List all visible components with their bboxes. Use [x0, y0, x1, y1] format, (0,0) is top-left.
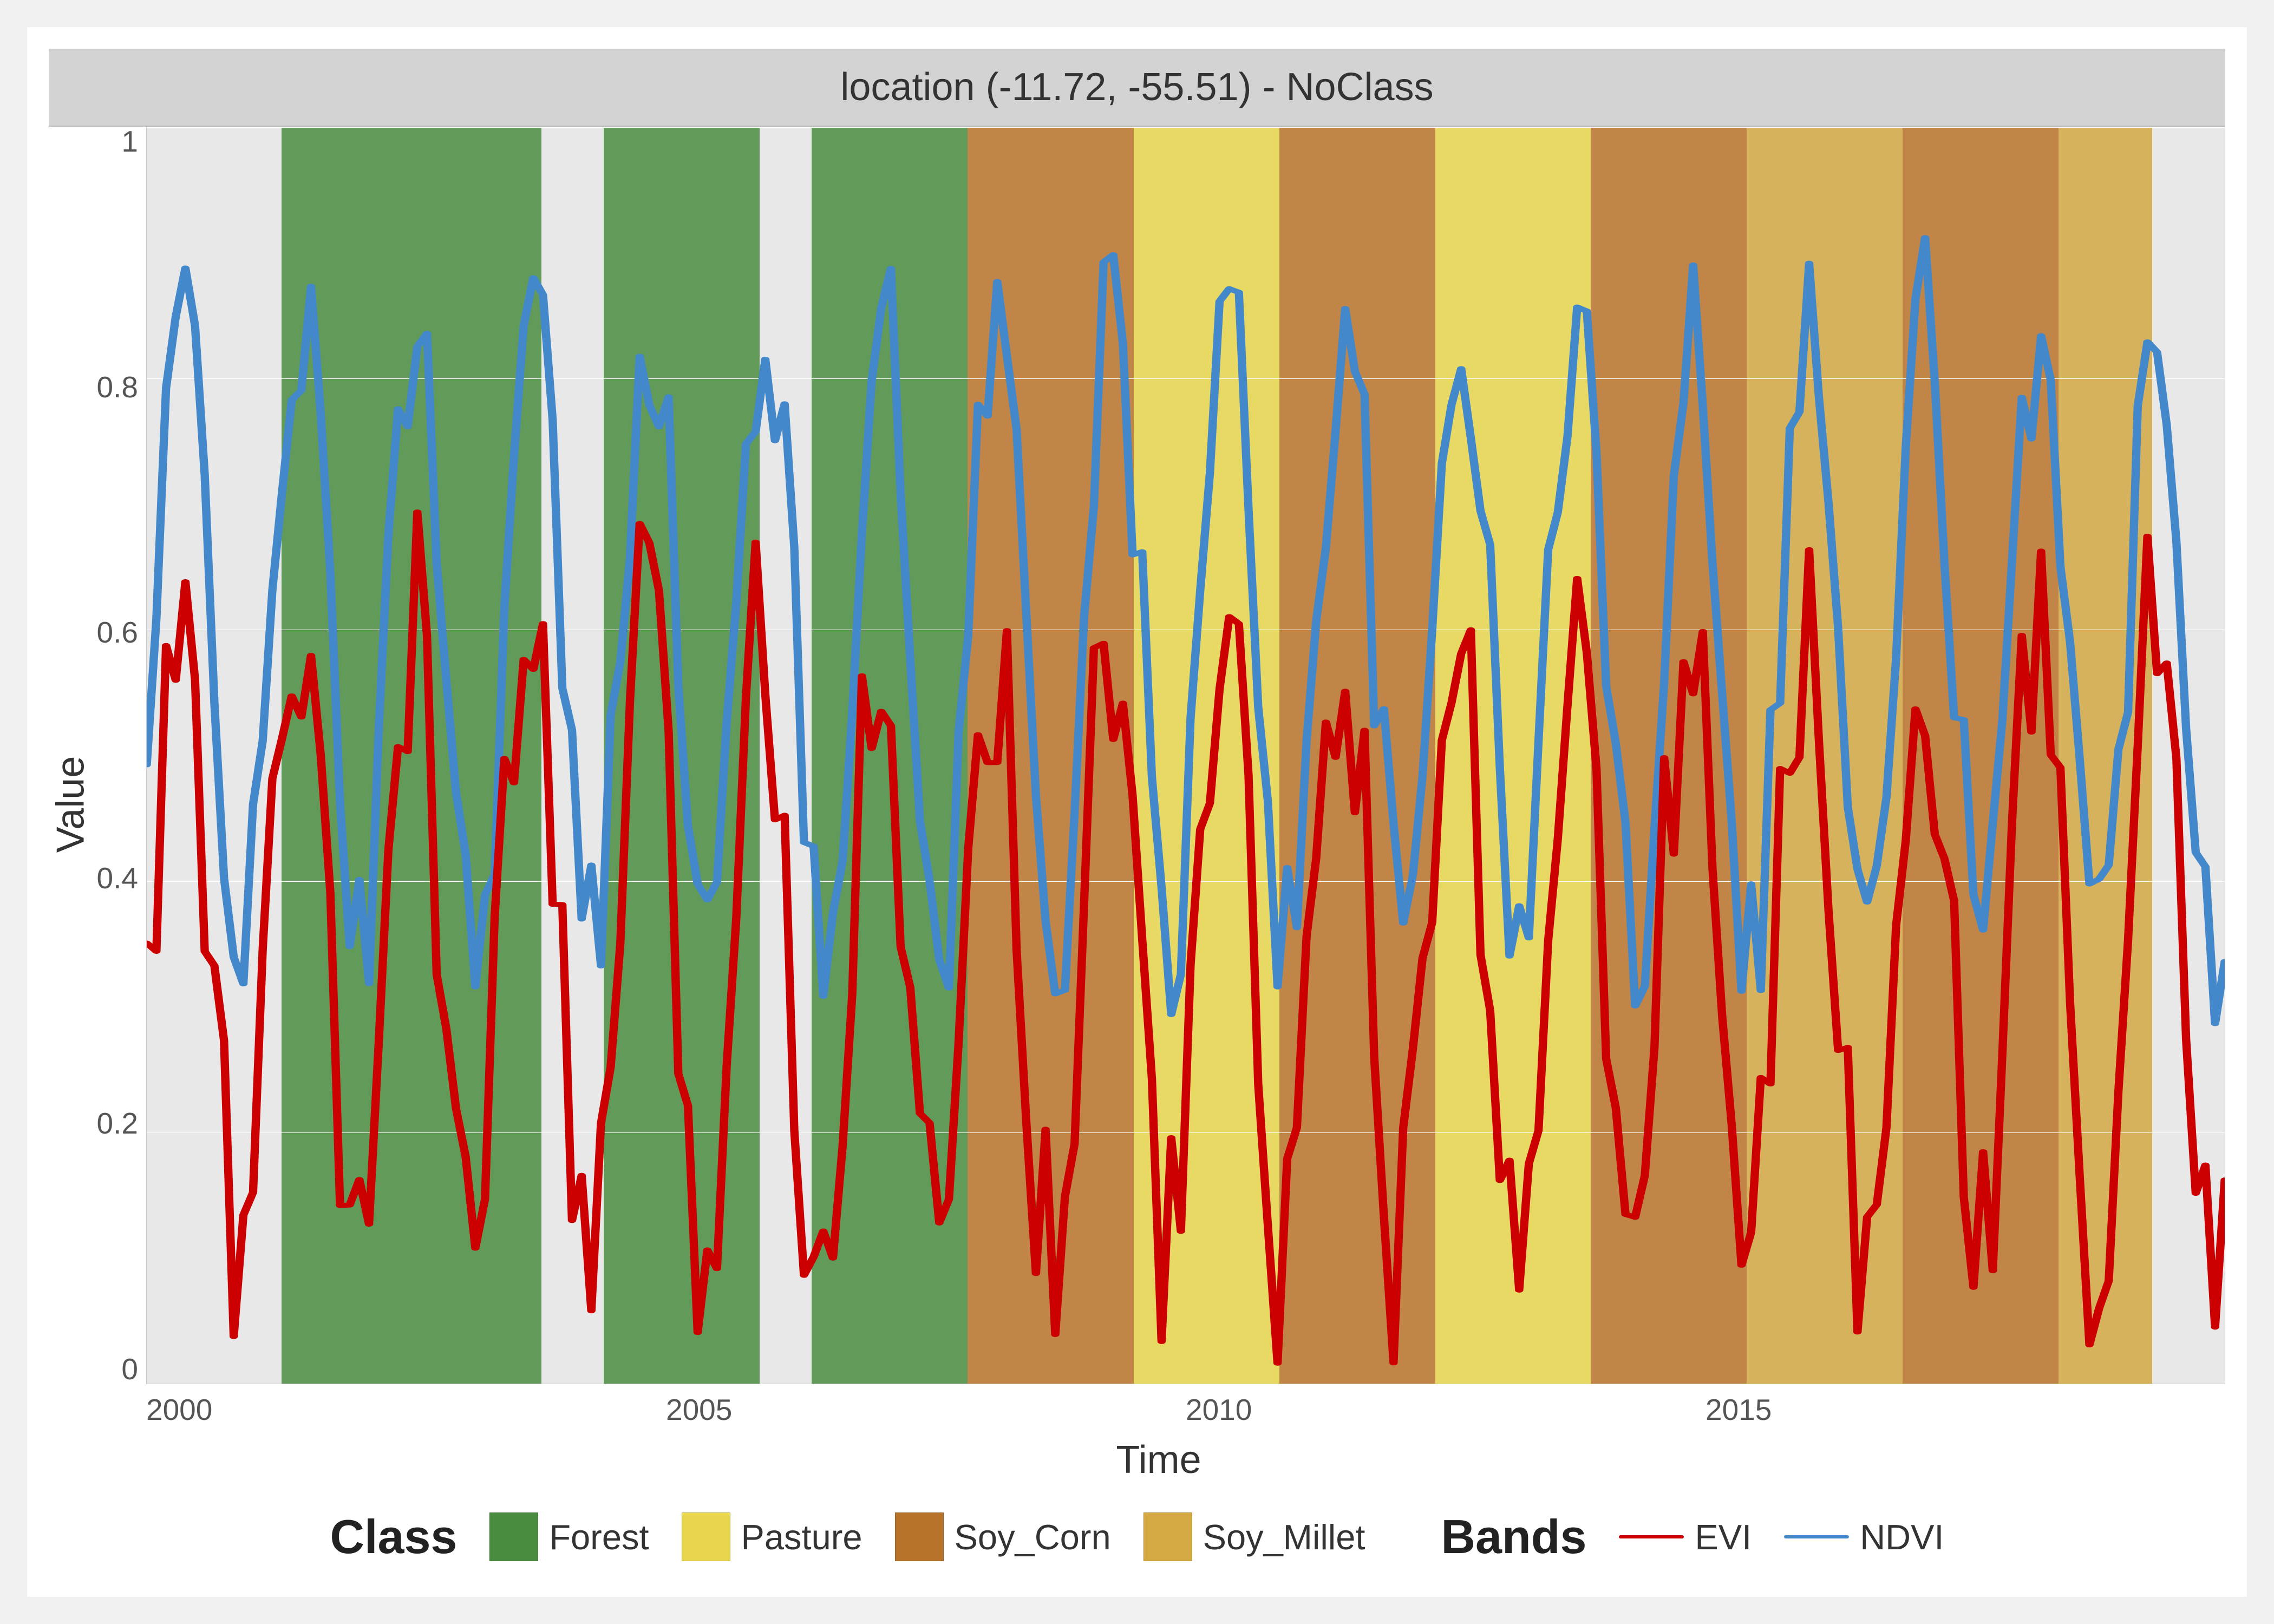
chart-title: location (-11.72, -55.51) - NoClass [49, 49, 2225, 127]
chart-body: Value 1 0.8 0.6 0.4 0.2 0 [49, 127, 2225, 1482]
y-tick-0: 0 [121, 1354, 138, 1384]
forest-label: Forest [549, 1517, 649, 1557]
evi-line-sample [1619, 1535, 1684, 1538]
legend-evi: EVI [1619, 1517, 1752, 1557]
lines-svg [147, 127, 2225, 1384]
x-tick-2015: 2015 [1706, 1392, 1772, 1427]
y-tick-1: 1 [121, 127, 138, 156]
pasture-color-box [682, 1512, 730, 1561]
legend-soycorn: Soy_Corn [895, 1512, 1111, 1561]
plot-area [146, 127, 2225, 1384]
y-tick-06: 0.6 [97, 618, 138, 647]
y-ticks: 1 0.8 0.6 0.4 0.2 0 [92, 127, 146, 1384]
pasture-label: Pasture [741, 1517, 862, 1557]
legend-pasture: Pasture [682, 1512, 862, 1561]
y-axis-label: Value [49, 127, 92, 1482]
legend-area: Class Forest Pasture Soy_Corn Soy_Millet… [49, 1482, 2225, 1575]
legend-ndvi: NDVI [1784, 1517, 1944, 1557]
y-tick-04: 0.4 [97, 863, 138, 893]
ndvi-line-sample [1784, 1535, 1849, 1538]
soymillet-color-box [1143, 1512, 1192, 1561]
x-axis-area: 2000 2005 2010 2015 Time [92, 1384, 2225, 1482]
x-tick-2010: 2010 [1186, 1392, 1252, 1427]
chart-with-yaxis: 1 0.8 0.6 0.4 0.2 0 [92, 127, 2225, 1384]
legend-class-title: Class [330, 1509, 458, 1564]
soymillet-label: Soy_Millet [1203, 1517, 1365, 1557]
chart-area-wrapper: 1 0.8 0.6 0.4 0.2 0 [92, 127, 2225, 1482]
evi-label: EVI [1695, 1517, 1752, 1557]
x-tick-2005: 2005 [666, 1392, 732, 1427]
chart-container: location (-11.72, -55.51) - NoClass Valu… [27, 27, 2247, 1597]
legend-bands-title: Bands [1441, 1509, 1586, 1564]
y-tick-02: 0.2 [97, 1109, 138, 1138]
x-tick-2000: 2000 [146, 1392, 212, 1427]
x-axis-label: Time [1116, 1438, 1201, 1482]
legend-forest: Forest [489, 1512, 649, 1561]
ndvi-label: NDVI [1860, 1517, 1944, 1557]
soycorn-color-box [895, 1512, 944, 1561]
forest-color-box [489, 1512, 538, 1561]
soycorn-label: Soy_Corn [955, 1517, 1111, 1557]
y-tick-08: 0.8 [97, 372, 138, 402]
legend-soymillet: Soy_Millet [1143, 1512, 1365, 1561]
